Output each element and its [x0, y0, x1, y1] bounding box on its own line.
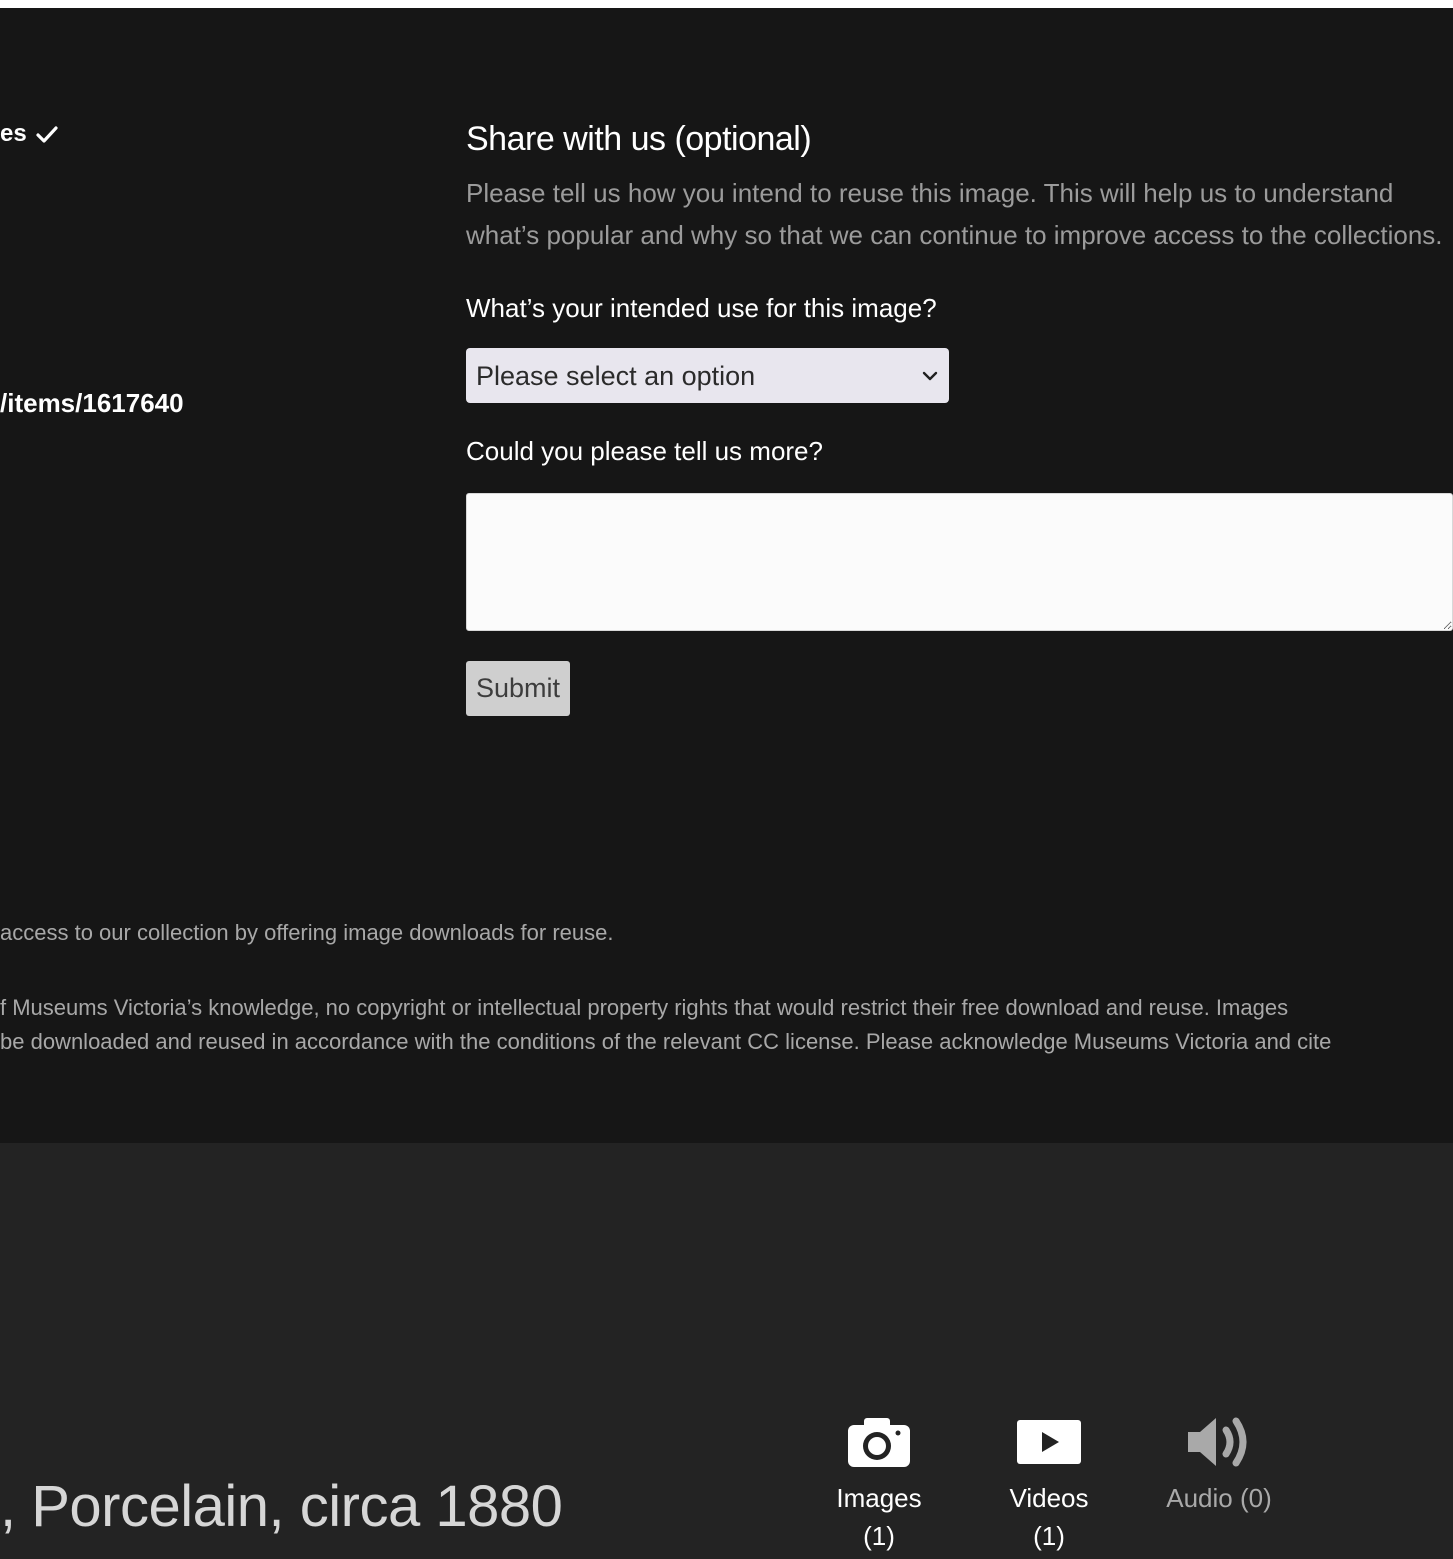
item-header-panel: , Porcelain, circa 1880 Images (1) Video…: [0, 1143, 1453, 1559]
top-strip: [0, 0, 1453, 8]
footnote-line-2b: be downloaded and reused in accordance w…: [0, 1029, 1332, 1054]
status-label-text: es: [0, 120, 27, 147]
checkmark-icon: [36, 126, 58, 143]
image-reuse-panel: es /items/1617640 Share with us (optiona…: [0, 8, 1453, 1143]
camera-icon: [848, 1418, 910, 1467]
intended-use-select[interactable]: Please select an option: [466, 348, 949, 403]
footnote-paragraph: f Museums Victoria’s knowledge, no copyr…: [0, 991, 1331, 1059]
submit-button[interactable]: Submit: [466, 661, 571, 716]
videos-count: (1): [1033, 1521, 1065, 1551]
share-description: Please tell us how you intend to reuse t…: [466, 178, 1443, 250]
footnote-line-2a: f Museums Victoria’s knowledge, no copyr…: [0, 995, 1289, 1020]
intended-use-select-wrapper[interactable]: Please select an option: [466, 348, 949, 403]
item-title: , Porcelain, circa 1880: [0, 1474, 563, 1539]
share-form: Share with us (optional) Please tell us …: [466, 118, 1453, 716]
videos-link[interactable]: Videos (1): [989, 1411, 1109, 1555]
videos-label: Videos: [1009, 1483, 1089, 1513]
speaker-icon: [1188, 1417, 1247, 1467]
audio-link[interactable]: Audio (0): [1159, 1411, 1279, 1517]
footnote-line-1: access to our collection by offering ima…: [0, 920, 614, 945]
tell-more-label: Could you please tell us more?: [466, 436, 823, 466]
page: es /items/1617640 Share with us (optiona…: [0, 0, 1453, 1559]
left-column: es /items/1617640: [0, 8, 440, 808]
intended-use-label: What’s your intended use for this image?: [466, 293, 937, 323]
images-label: Images: [836, 1483, 922, 1513]
play-icon: [1017, 1420, 1081, 1464]
tell-more-textarea[interactable]: [466, 493, 1453, 631]
images-count: (1): [863, 1521, 895, 1551]
status-label: es: [0, 120, 59, 148]
images-link[interactable]: Images (1): [819, 1411, 939, 1555]
share-title: Share with us (optional): [466, 120, 812, 158]
item-url[interactable]: /items/1617640: [0, 388, 184, 419]
audio-label: Audio (0): [1166, 1483, 1272, 1513]
